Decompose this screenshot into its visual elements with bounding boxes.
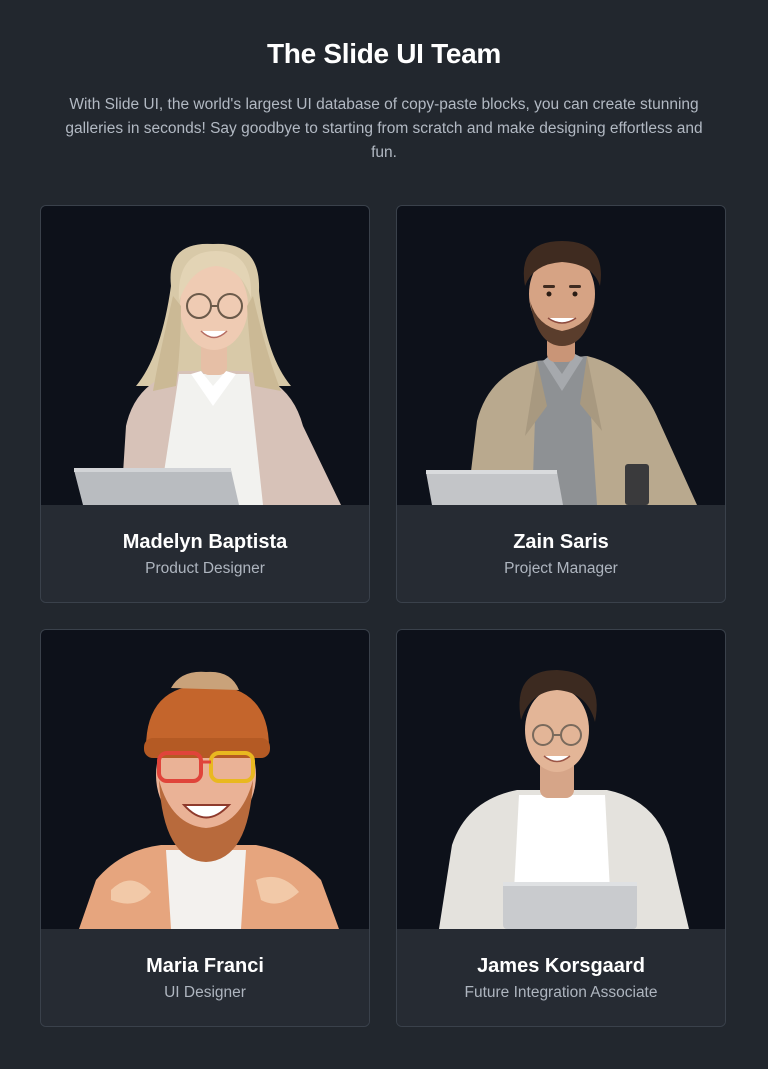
page-description: With Slide UI, the world's largest UI da… xyxy=(65,96,703,161)
woman-glasses-laptop-portrait-icon xyxy=(74,243,341,505)
member-role: Product Designer xyxy=(145,560,265,577)
member-name: Zain Saris xyxy=(513,531,609,553)
member-role: Project Manager xyxy=(504,560,618,577)
team-member-card[interactable]: Madelyn Baptista Product Designer xyxy=(40,205,370,603)
member-name: Madelyn Baptista xyxy=(122,531,288,553)
team-member-card[interactable]: Zain Saris Project Manager xyxy=(396,205,726,603)
member-role: Future Integration Associate xyxy=(464,984,658,1001)
man-jacket-laptop-portrait-icon xyxy=(426,241,697,505)
man-glasses-laptop-portrait-icon xyxy=(439,670,689,929)
member-role: UI Designer xyxy=(164,984,246,1001)
member-name: James Korsgaard xyxy=(477,955,645,977)
member-info: Zain Saris Project Manager xyxy=(397,505,725,602)
member-info: Maria Franci UI Designer xyxy=(41,929,369,1026)
team-member-card[interactable]: James Korsgaard Future Integration Assoc… xyxy=(396,629,726,1027)
member-info: Madelyn Baptista Product Designer xyxy=(41,505,369,602)
member-photo xyxy=(41,206,369,505)
member-photo xyxy=(397,630,725,929)
team-member-card[interactable]: Maria Franci UI Designer xyxy=(40,629,370,1027)
member-photo xyxy=(397,206,725,505)
member-photo xyxy=(41,630,369,929)
bearded-man-beanie-portrait-icon xyxy=(79,671,339,929)
team-page: The Slide UI Team With Slide UI, the wor… xyxy=(0,0,768,1069)
member-name: Maria Franci xyxy=(146,955,264,977)
member-info: James Korsgaard Future Integration Assoc… xyxy=(397,929,725,1026)
page-title: The Slide UI Team xyxy=(267,38,501,69)
